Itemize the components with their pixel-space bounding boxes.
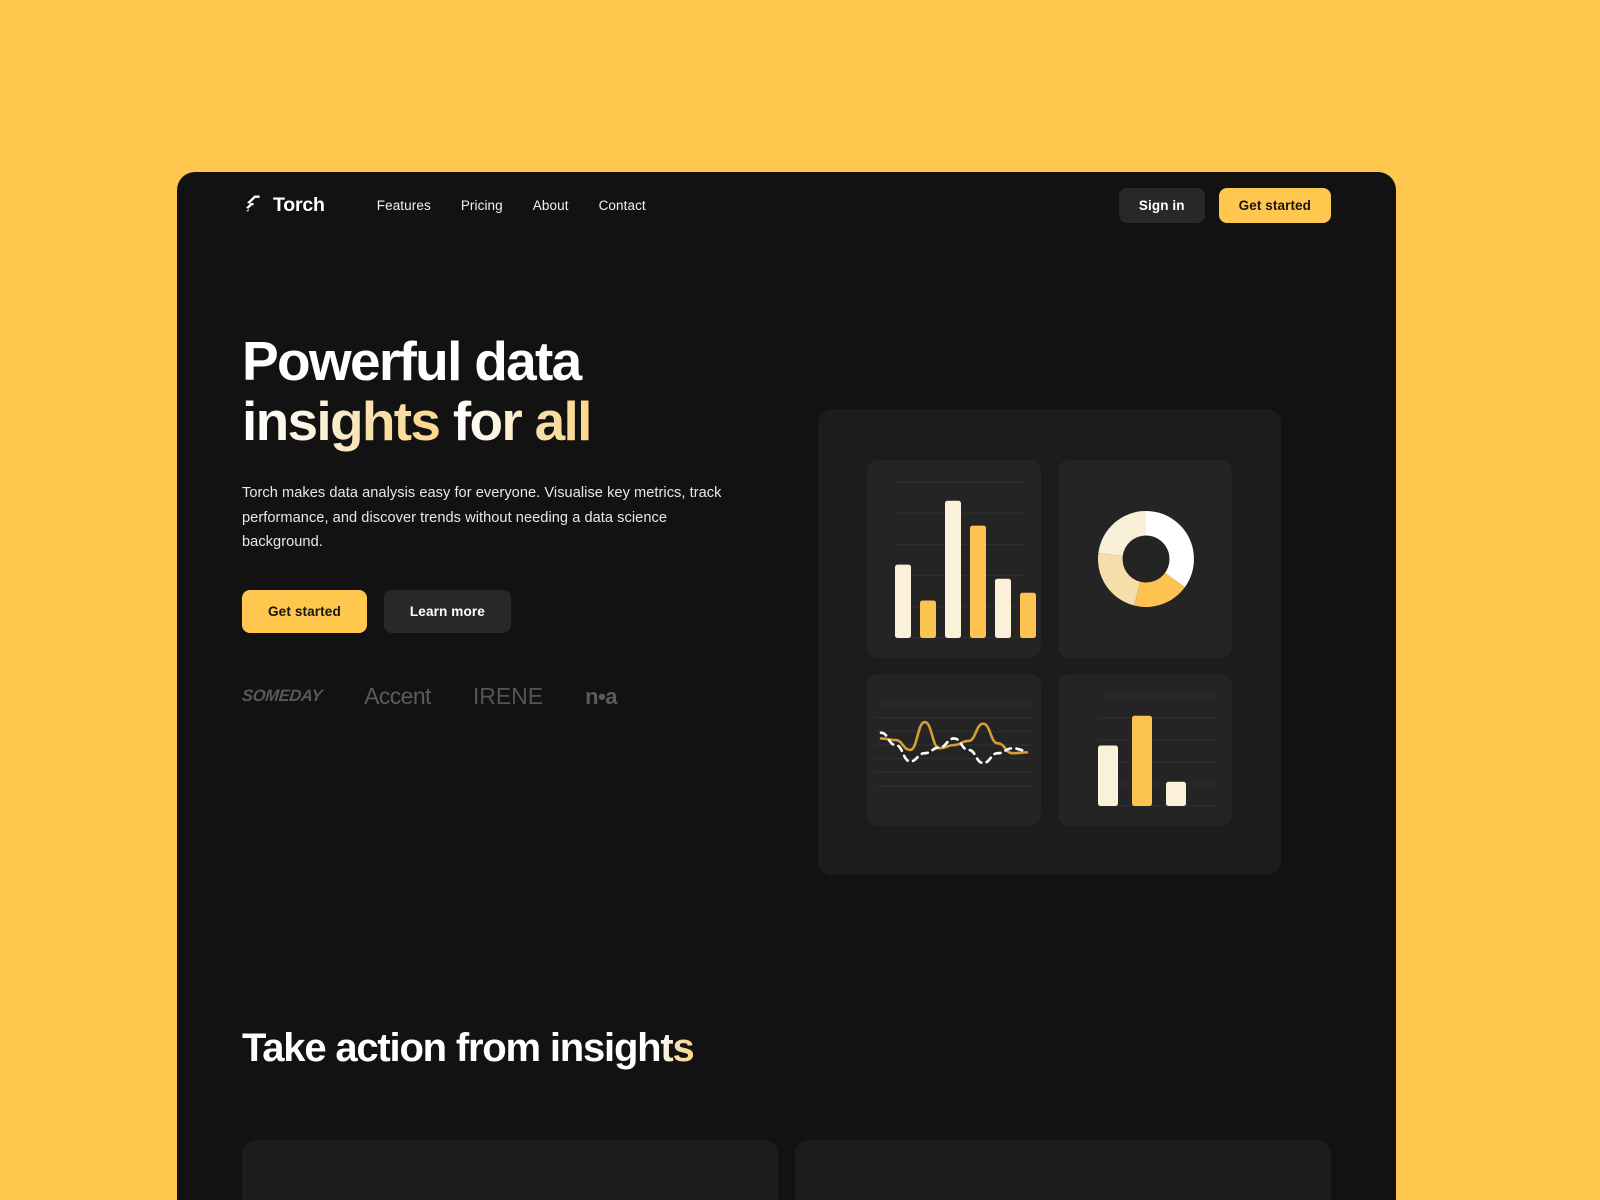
hero-section: Powerful data insights for all Torch make…: [177, 238, 1396, 938]
feature-card-right[interactable]: [795, 1140, 1331, 1200]
feature-card-left[interactable]: [242, 1140, 778, 1200]
brand-name: Torch: [273, 193, 325, 216]
section-title-gradient: ghts: [613, 1026, 695, 1070]
client-logo-accent: Accent: [364, 683, 431, 710]
section-title: Take action from insights: [242, 1026, 695, 1071]
hero-title-line2-plain: insights: [242, 389, 453, 452]
navbar: Torch Features Pricing About Contact Sig…: [177, 172, 1396, 238]
line-chart-icon: [875, 703, 1033, 787]
hero-title-line2-gradient: for all: [452, 389, 593, 452]
chart-tile-line: [867, 674, 1041, 826]
sign-in-button[interactable]: Sign in: [1118, 187, 1205, 223]
nav-link-features[interactable]: Features: [377, 198, 431, 213]
chart-tile-bar: [867, 460, 1041, 658]
chart-tile-donut: [1058, 460, 1232, 658]
bar-chart-icon: [895, 481, 1036, 639]
dashboard-illustration-panel: [818, 409, 1281, 875]
nav-link-about[interactable]: About: [533, 198, 569, 213]
feature-card-row: [242, 1140, 1331, 1200]
client-logo-irene: IRENE: [472, 683, 544, 710]
site-panel: Torch Features Pricing About Contact Sig…: [177, 172, 1396, 1200]
nav-links: Features Pricing About Contact: [377, 198, 646, 213]
hero-learn-more-button[interactable]: Learn more: [383, 589, 511, 633]
hero-title-line1: Powerful data: [242, 330, 582, 392]
hero-get-started-button[interactable]: Get started: [242, 589, 367, 633]
brand-logo[interactable]: Torch: [242, 194, 325, 217]
dashboard-tile-grid: [867, 460, 1232, 826]
signal-bars-icon: [242, 194, 264, 216]
get-started-button[interactable]: Get started: [1218, 187, 1331, 223]
bar-chart-icon-2: [1098, 695, 1216, 807]
nav-actions: Sign in Get started: [1118, 187, 1331, 223]
nav-link-contact[interactable]: Contact: [599, 198, 646, 213]
hero-title: Powerful data insights for all: [242, 330, 772, 452]
chart-tile-bar-2: [1058, 674, 1232, 826]
client-logo-na: n•a: [585, 683, 618, 709]
client-logo-row: SOMEDAY Accent IRENE n•a: [241, 683, 772, 710]
hero-cta-group: Get started Learn more: [242, 589, 772, 633]
nav-link-pricing[interactable]: Pricing: [461, 198, 503, 213]
donut-chart-icon: [1098, 511, 1194, 607]
hero-subtitle: Torch makes data analysis easy for every…: [242, 484, 722, 551]
section-title-plain: Take action from insi: [242, 1026, 615, 1070]
hero-copy: Powerful data insights for all Torch make…: [241, 330, 772, 710]
client-logo-someday: SOMEDAY: [241, 687, 324, 706]
